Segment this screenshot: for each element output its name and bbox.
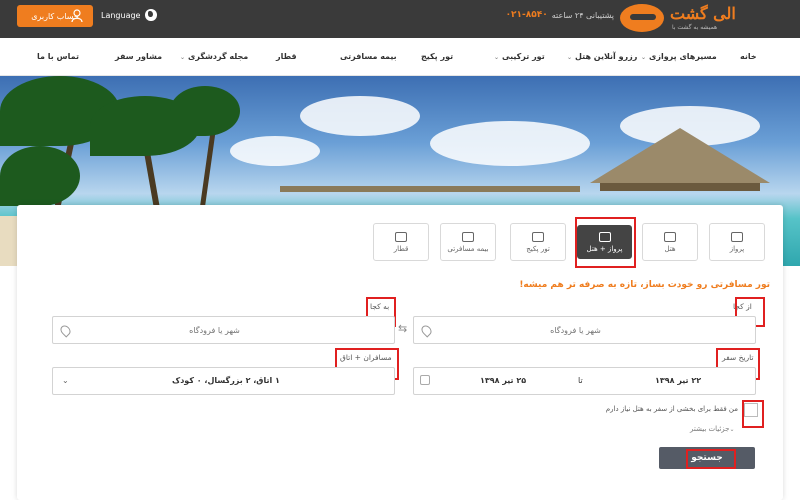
chevron-down-icon: ⌄ xyxy=(641,54,647,61)
language-label: Language xyxy=(101,10,141,20)
promo-text: تور مسافرتی رو خودت بساز، تازه به صرفه ت… xyxy=(519,280,770,290)
support-phone[interactable]: ۰۲۱-۸۵۴۰ xyxy=(506,10,548,20)
tab-package-tour[interactable]: تور پکیج xyxy=(510,223,566,261)
highlight-box xyxy=(686,449,736,469)
partial-hotel-label: من فقط برای بخشی از سفر به هتل نیاز دارم xyxy=(605,405,738,413)
main-navigation: تماس با ما مشاور سفر ⌄ مجله گردشگری قطار … xyxy=(0,38,800,76)
nav-item-package-tour[interactable]: تور پکیج xyxy=(421,52,453,61)
date-to-word: تا xyxy=(578,376,583,385)
support-label: پشتیبانی ۲۴ ساعته xyxy=(551,10,614,20)
logo-slogan: همیشه به گشت با xyxy=(672,24,718,31)
tab-train[interactable]: قطار xyxy=(373,223,429,261)
nav-item-train[interactable]: قطار xyxy=(276,52,297,61)
nav-item-travel-advisor[interactable]: مشاور سفر xyxy=(115,52,162,61)
language-switch[interactable]: Language xyxy=(101,6,157,24)
nav-item-hotel-booking[interactable]: ⌄ رزرو آنلاین هتل xyxy=(567,52,637,61)
origin-field[interactable] xyxy=(413,316,756,344)
chevron-down-icon: ⌄ xyxy=(494,54,500,61)
top-bar: حساب کاربری Language پشتیبانی ۲۴ ساعته ۰… xyxy=(0,0,800,38)
passengers-value: ۱ اتاق، ۲ بزرگسال، ۰ کودک xyxy=(172,376,280,385)
site-logo[interactable]: الی گشت همیشه به گشت با xyxy=(620,2,790,36)
train-icon xyxy=(395,231,407,242)
nav-item-magazine[interactable]: ⌄ مجله گردشگری xyxy=(180,52,248,61)
origin-input[interactable] xyxy=(414,317,755,343)
tab-travel-insurance[interactable]: بیمه مسافرتی xyxy=(440,223,496,261)
user-icon[interactable] xyxy=(71,9,83,23)
chevron-down-icon: ⌄ xyxy=(180,54,186,61)
more-details-link[interactable]: ⌄جزئیات بیشتر xyxy=(690,425,738,433)
highlight-box xyxy=(575,217,636,268)
nav-item-contact[interactable]: تماس با ما xyxy=(37,52,79,61)
tab-flight[interactable]: پرواز xyxy=(709,223,765,261)
tab-hotel[interactable]: هتل xyxy=(642,223,698,261)
support-info: پشتیبانی ۲۴ ساعته ۰۲۱-۸۵۴۰ xyxy=(502,8,614,22)
calendar-icon xyxy=(420,375,430,385)
logo-name: الی گشت xyxy=(670,4,736,23)
chevron-down-icon: ⌄ xyxy=(62,376,69,385)
package-icon xyxy=(532,231,544,242)
date-to: ۲۵ تیر ۱۳۹۸ xyxy=(480,376,527,385)
nav-item-combo-tour[interactable]: ⌄ تور ترکیبی xyxy=(494,52,545,61)
umbrella-icon xyxy=(462,231,474,242)
plane-icon xyxy=(731,231,743,242)
nav-item-flight-routes[interactable]: ⌄ مسیرهای پروازی xyxy=(641,52,717,61)
date-field[interactable] xyxy=(413,367,756,395)
globe-icon xyxy=(145,9,157,21)
date-from: ۲۲ تیر ۱۳۹۸ xyxy=(655,376,702,385)
destination-input[interactable] xyxy=(53,317,394,343)
hotel-icon xyxy=(664,231,676,242)
highlight-box xyxy=(742,400,764,428)
destination-field[interactable] xyxy=(52,316,395,344)
swap-icon[interactable]: ⇆ xyxy=(398,322,407,335)
chevron-down-icon: ⌄ xyxy=(729,426,735,433)
nav-item-insurance[interactable]: بیمه مسافرتی xyxy=(340,52,397,61)
chevron-down-icon: ⌄ xyxy=(567,54,573,61)
logo-mark-icon xyxy=(620,4,664,32)
nav-item-home[interactable]: خانه xyxy=(740,52,757,61)
